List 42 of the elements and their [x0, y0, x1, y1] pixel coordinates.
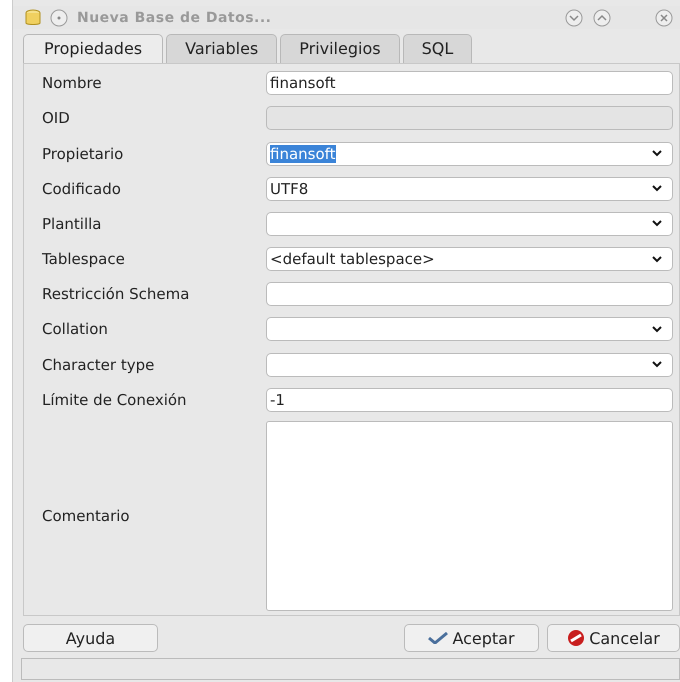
window-title: Nueva Base de Datos... — [77, 10, 272, 26]
field-label: Límite de Conexión — [41, 390, 188, 409]
chevron-down-icon — [652, 220, 662, 228]
chevron-down-icon — [652, 256, 662, 263]
minimize-icon[interactable] — [564, 8, 584, 28]
chevron-down-icon — [652, 150, 662, 158]
input-field[interactable]: finansoft — [266, 71, 673, 96]
chevron-down-icon — [652, 326, 662, 333]
dropdown[interactable]: finansoft — [266, 142, 673, 166]
chevron-down-icon — [652, 361, 662, 368]
tab[interactable]: Variables — [166, 34, 278, 63]
dialog-button[interactable]: Aceptar — [404, 624, 539, 652]
window-menu-icon[interactable] — [49, 8, 69, 28]
dialog-button[interactable]: Ayuda — [23, 624, 158, 652]
field-label: Propietario — [41, 144, 124, 163]
field-label: Character type — [41, 356, 156, 374]
text-area[interactable] — [266, 421, 673, 612]
tab[interactable]: SQL — [402, 34, 472, 63]
field-label: Comentario — [41, 507, 131, 526]
dropdown[interactable] — [266, 317, 673, 342]
database-icon — [25, 8, 41, 27]
maximize-icon[interactable] — [592, 8, 612, 28]
checkmark-icon — [428, 632, 448, 644]
field-label: Plantilla — [41, 214, 102, 233]
close-icon[interactable] — [654, 8, 674, 28]
field-label: Codificado — [41, 180, 122, 198]
field-label: Collation — [41, 320, 109, 338]
input-field[interactable] — [266, 282, 673, 306]
dropdown[interactable] — [266, 352, 673, 377]
dropdown[interactable] — [266, 212, 673, 236]
field-label: Restricción Schema — [41, 285, 190, 304]
dropdown[interactable]: <default tablespace> — [266, 247, 673, 272]
chevron-down-icon — [652, 185, 662, 192]
no-entry-icon — [567, 629, 586, 648]
field-label: Tablespace — [41, 250, 126, 268]
dropdown[interactable]: UTF8 — [266, 176, 673, 201]
tab[interactable]: Propiedades — [23, 34, 164, 63]
input-field[interactable]: -1 — [266, 388, 673, 412]
tab[interactable]: Privilegios — [280, 34, 400, 63]
field-label: Nombre — [41, 74, 103, 92]
field-label: OID — [41, 109, 71, 128]
dialog-button[interactable]: Cancelar — [547, 624, 680, 652]
